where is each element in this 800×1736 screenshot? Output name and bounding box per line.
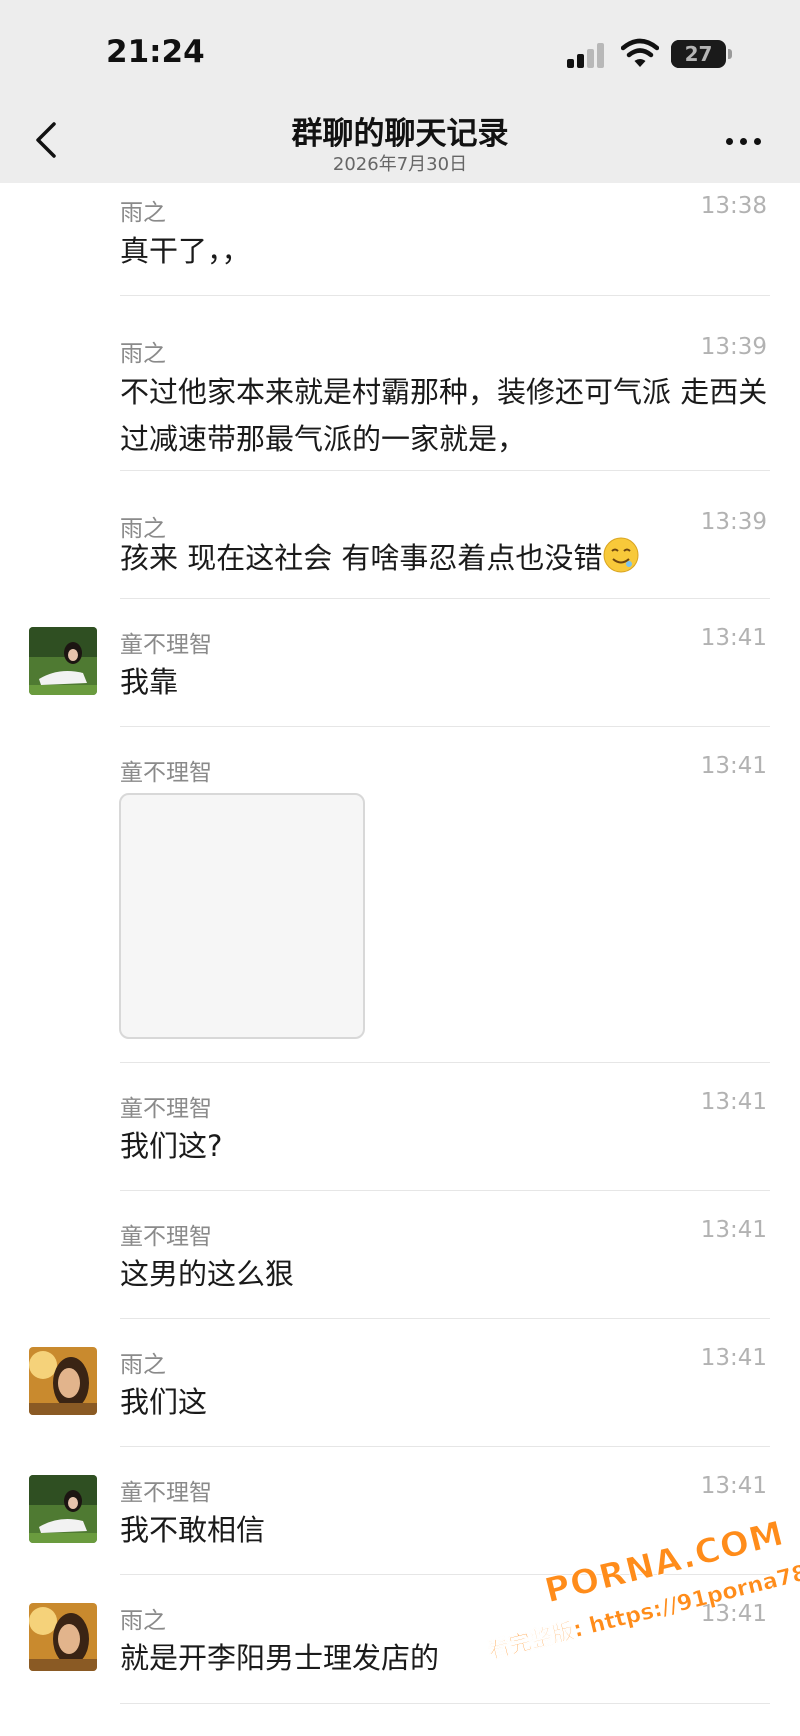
list-item: 雨之 13:39 孩来 现在这社会 有啥事忍着点也没错 bbox=[0, 471, 800, 599]
divider bbox=[120, 1703, 770, 1704]
page-title: 群聊的聊天记录 bbox=[291, 116, 509, 152]
message-text: 孩来 现在这社会 有啥事忍着点也没错 bbox=[120, 541, 603, 575]
image-message-placeholder[interactable] bbox=[119, 793, 365, 1039]
avatar-photo-icon bbox=[29, 1603, 97, 1671]
more-options-icon[interactable] bbox=[722, 126, 766, 156]
list-item: 雨之 13:39 不过他家本来就是村霸那种，装修还可气派 走西关过减速带那最气派… bbox=[0, 296, 800, 471]
message-time: 13:41 bbox=[700, 753, 767, 779]
message-sender: 雨之 bbox=[120, 1608, 166, 1634]
message-sender: 雨之 bbox=[120, 341, 166, 367]
message-text: 我们这? bbox=[120, 1129, 223, 1163]
avatar-photo-icon bbox=[29, 1475, 97, 1543]
message-sender: 童不理智 bbox=[120, 1224, 212, 1250]
message-time: 13:41 bbox=[700, 1217, 767, 1243]
message-text: 我们这 bbox=[120, 1385, 208, 1419]
message-text: 这男的这么狠 bbox=[120, 1257, 295, 1291]
battery-icon: 27 bbox=[671, 40, 732, 68]
message-text: 真干了，， bbox=[120, 234, 251, 268]
nav-bar: 群聊的聊天记录 2026年7月30日 bbox=[0, 100, 800, 183]
message-sender: 雨之 bbox=[120, 200, 166, 226]
message-sender: 童不理智 bbox=[120, 760, 212, 786]
message-time: 13:38 bbox=[700, 193, 767, 219]
battery-level: 27 bbox=[684, 42, 713, 66]
message-time: 13:41 bbox=[700, 1089, 767, 1115]
list-item: 雨之 13:41 我们这 bbox=[0, 1319, 800, 1447]
avatar[interactable] bbox=[29, 627, 97, 695]
list-item: 童不理智 13:41 我靠 bbox=[0, 599, 800, 727]
status-time: 21:24 bbox=[106, 34, 205, 70]
status-bar: 21:24 27 bbox=[0, 0, 800, 100]
message-time: 13:39 bbox=[700, 509, 767, 535]
wifi-icon bbox=[621, 38, 659, 67]
list-item: 童不理智 13:41 这男的这么狠 bbox=[0, 1191, 800, 1319]
message-text-row: 孩来 现在这社会 有啥事忍着点也没错 bbox=[120, 535, 770, 582]
message-sender: 童不理智 bbox=[120, 1480, 212, 1506]
message-sender: 童不理智 bbox=[120, 1096, 212, 1122]
avatar[interactable] bbox=[29, 1603, 97, 1671]
drooling-face-emoji-icon bbox=[603, 537, 639, 573]
list-item: 童不理智 13:41 bbox=[0, 727, 800, 1063]
chat-history-list[interactable]: 雨之 13:38 真干了，， 雨之 13:39 不过他家本来就是村霸那种，装修还… bbox=[0, 183, 800, 1704]
message-sender: 童不理智 bbox=[120, 632, 212, 658]
list-item: 雨之 13:38 真干了，， bbox=[0, 183, 800, 296]
avatar[interactable] bbox=[29, 1475, 97, 1543]
message-text: 我靠 bbox=[120, 665, 179, 699]
avatar[interactable] bbox=[29, 1347, 97, 1415]
message-time: 13:41 bbox=[700, 1345, 767, 1371]
cellular-signal-icon bbox=[567, 42, 607, 68]
page-subtitle-date: 2026年7月30日 bbox=[332, 154, 468, 175]
message-sender: 雨之 bbox=[120, 1352, 166, 1378]
list-item: 童不理智 13:41 我们这? bbox=[0, 1063, 800, 1191]
message-time: 13:41 bbox=[700, 1473, 767, 1499]
message-time: 13:39 bbox=[700, 334, 767, 360]
avatar-photo-icon bbox=[29, 1347, 97, 1415]
message-time: 13:41 bbox=[700, 625, 767, 651]
message-text: 不过他家本来就是村霸那种，装修还可气派 走西关过减速带那最气派的一家就是， bbox=[120, 375, 768, 456]
avatar-photo-icon bbox=[29, 627, 97, 695]
